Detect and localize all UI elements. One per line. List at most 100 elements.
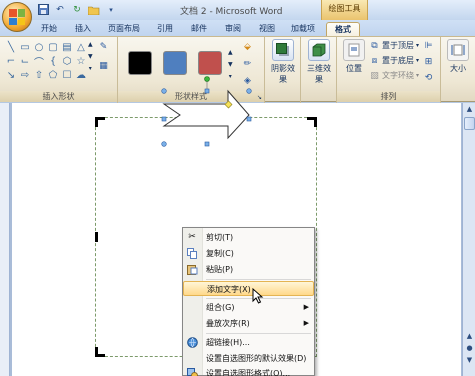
tab-mailings[interactable]: 邮件 [186,22,212,37]
tab-references[interactable]: 引用 [152,22,178,37]
oval-shape-icon[interactable]: ○ [33,41,45,53]
select-browse-object-icon[interactable]: ● [464,344,475,354]
resize-handle[interactable] [204,88,210,94]
office-button[interactable] [2,2,32,32]
position-button[interactable]: 位置 [339,39,369,74]
menu-item-paste[interactable]: 粘贴(P) [183,262,314,277]
scroll-down-icon[interactable]: ▼ [228,61,233,68]
arrow-right-shape-icon[interactable]: ⇨ [19,69,31,81]
star-shape-icon[interactable]: ☆ [75,55,87,67]
previous-page-icon[interactable]: ▲ [464,332,475,342]
textbox-icon[interactable]: ▦ [98,60,109,71]
rectangle-shape-icon[interactable]: ▭ [19,41,31,53]
menu-item-label: 设置自选图形的默认效果(D) [206,354,307,363]
textbox-shape-icon[interactable]: ▤ [61,41,73,53]
resize-handle[interactable] [161,141,167,147]
canvas-corner-handle[interactable] [307,117,317,127]
save-icon[interactable] [36,3,50,16]
outline-color-icon[interactable]: ✏ [242,58,253,69]
vertical-scrollbar[interactable]: ▲ ▲ ● ▼ [462,103,475,376]
arc-shape-icon[interactable]: ⌒ [33,55,45,69]
resize-handle[interactable] [246,116,252,122]
fill-color-icon[interactable]: ⬙ [242,41,253,52]
text-wrap-button[interactable]: ▧ 文字环绕 ▾ [369,70,419,81]
menu-item-set-default[interactable]: 设置自选图形的默认效果(D) [183,351,314,366]
menu-item-cut[interactable]: ✂ 剪切(T) [183,230,314,245]
3d-effects-button[interactable]: 三维效果 [304,39,334,85]
corner-line-shape-icon[interactable]: ⌐ [5,55,17,67]
resize-handle[interactable] [204,141,210,147]
size-button[interactable]: 大小 [443,39,473,74]
send-to-back-label: 置于底层 [382,56,414,65]
connector-shape-icon[interactable]: ↘ [5,69,17,81]
scroll-down-icon[interactable]: ▼ [88,53,93,60]
shadow-effects-button[interactable]: 阴影效果 [268,39,298,85]
word-window: ↶ ↻ ▾ 文档 2 - Microsoft Word 绘图工具 开始 插入 页… [0,0,475,376]
resize-handle[interactable] [161,88,167,94]
bring-to-front-button[interactable]: ⧉ 置于顶层 ▾ [369,40,419,51]
tab-addins[interactable]: 加载项 [286,22,320,37]
format-shape-icon [186,368,198,376]
canvas-corner-handle[interactable] [95,117,105,127]
tab-format[interactable]: 格式 [326,22,360,37]
menu-item-add-text[interactable]: 添加文字(X) [183,281,314,296]
cloud-shape-icon[interactable]: ☁ [75,69,87,81]
scroll-thumb[interactable] [464,117,475,130]
title-bar: ↶ ↻ ▾ 文档 2 - Microsoft Word 绘图工具 [0,0,475,20]
rotation-handle[interactable] [204,76,210,82]
group-icon[interactable]: ⊞ [423,56,434,67]
menu-item-label: 复制(C) [206,249,234,258]
menu-item-format-shape[interactable]: 设置自选图形格式(O)... [183,366,314,376]
brace-shape-icon[interactable]: { [47,55,59,67]
scroll-up-arrow-icon[interactable]: ▲ [464,105,475,115]
arrow-body[interactable] [162,89,250,140]
tab-view[interactable]: 视图 [254,22,280,37]
send-back-icon: ⧈ [371,55,378,66]
menu-item-order[interactable]: 叠放次序(R) ▶ [183,316,314,331]
canvas-edge-handle[interactable] [95,232,98,242]
pentagon-shape-icon[interactable]: ⬠ [47,69,59,81]
rounded-rect-shape-icon[interactable]: ▢ [47,41,59,53]
next-page-icon[interactable]: ▼ [464,356,475,366]
menu-item-copy[interactable]: 复制(C) [183,246,314,261]
undo-icon[interactable]: ↶ [53,3,67,16]
arrow-up-shape-icon[interactable]: ⇧ [33,69,45,81]
rotate-icon[interactable]: ⟲ [423,72,434,83]
resize-handle[interactable] [161,116,167,122]
tab-insert[interactable]: 插入 [70,22,96,37]
shapes-gallery-scroll[interactable]: ▲ ▼ ▾ [88,41,93,72]
menu-item-hyperlink[interactable]: 超链接(H)... [183,335,314,350]
menu-item-group[interactable]: 组合(G) ▶ [183,300,314,315]
shapes-gallery[interactable]: ╲ ▭ ○ ▢ ▤ △ ⌐ ⌙ ⌒ { ⬡ ☆ ↘ ⇨ ⇧ ⬠ ☐ ☁ [5,41,87,81]
hexagon-shape-icon[interactable]: ⬡ [61,55,73,67]
open-icon[interactable] [87,3,101,16]
qat-dropdown-icon[interactable]: ▾ [104,3,118,16]
notched-arrow-shape[interactable] [150,76,270,156]
window-title: 文档 2 - Microsoft Word [180,7,283,17]
scroll-up-icon[interactable]: ▲ [228,49,233,56]
elbow-shape-icon[interactable]: ⌙ [19,55,31,67]
line-shape-icon[interactable]: ╲ [5,41,17,53]
shadow-icon [272,39,294,61]
resize-handle[interactable] [246,88,252,94]
tab-review[interactable]: 审阅 [220,22,246,37]
align-icon[interactable]: ⊫ [423,40,434,51]
shadow-effects-label: 阴影效果 [271,64,295,84]
edit-shape-icon[interactable]: ✎ [98,41,109,52]
tab-page-layout[interactable]: 页面布局 [104,22,144,37]
send-to-back-button[interactable]: ⧈ 置于底层 ▾ [369,55,419,66]
more-icon[interactable]: ▾ [89,65,92,72]
triangle-shape-icon[interactable]: △ [75,41,87,53]
paste-icon [186,264,198,275]
canvas-corner-handle[interactable] [95,347,105,357]
style-swatch-blue[interactable] [163,51,187,75]
tab-home[interactable]: 开始 [36,22,62,37]
redo-icon[interactable]: ↻ [70,3,84,16]
size-label: 大小 [450,64,466,73]
style-swatch-red[interactable] [198,51,222,75]
scroll-up-icon[interactable]: ▲ [88,41,93,48]
callout-shape-icon[interactable]: ☐ [61,69,73,81]
position-icon [343,39,365,61]
menu-separator [206,333,311,334]
style-swatch-black[interactable] [128,51,152,75]
